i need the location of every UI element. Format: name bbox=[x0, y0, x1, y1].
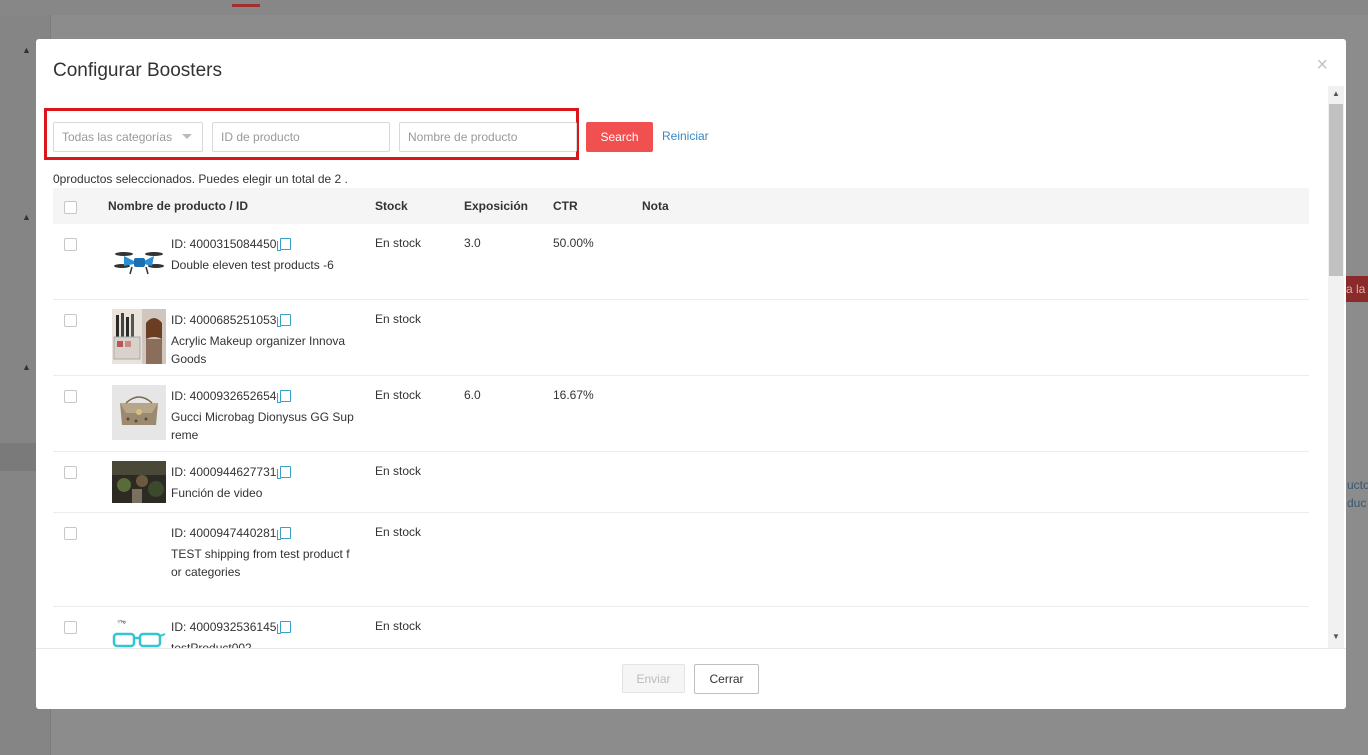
makeup-organizer-image bbox=[112, 309, 166, 364]
stock-cell: En stock bbox=[375, 388, 422, 402]
product-id: ID: 4000932652654 bbox=[171, 389, 277, 403]
ctr-cell: 16.67% bbox=[553, 388, 594, 402]
product-id-cell: ID: 4000944627731 bbox=[171, 465, 292, 479]
category-select-value: Todas las categorías bbox=[62, 130, 173, 144]
row-checkbox[interactable] bbox=[64, 527, 77, 540]
row-checkbox[interactable] bbox=[64, 390, 77, 403]
exposure-cell: 3.0 bbox=[464, 236, 481, 250]
footer-divider bbox=[36, 648, 1346, 649]
copy-icon[interactable] bbox=[277, 621, 292, 634]
background-side-text: duc bbox=[1347, 496, 1367, 510]
product-thumbnail bbox=[112, 461, 166, 503]
header-exposure: Exposición bbox=[464, 199, 529, 213]
table-header: Nombre de producto / ID Stock Exposición… bbox=[53, 188, 1309, 224]
category-select[interactable]: Todas las categorías bbox=[53, 122, 203, 152]
caret-down-icon bbox=[182, 134, 192, 139]
background-topbar bbox=[0, 0, 1368, 15]
search-button[interactable]: Search bbox=[586, 122, 653, 152]
row-checkbox[interactable] bbox=[64, 621, 77, 634]
product-name: Double eleven test products -6 bbox=[171, 258, 334, 272]
background-caret-icon: ▲ bbox=[22, 45, 31, 55]
close-button[interactable]: Cerrar bbox=[694, 664, 759, 694]
header-note: Nota bbox=[642, 199, 669, 213]
product-name: testProduct002 bbox=[171, 641, 252, 648]
select-all-checkbox[interactable] bbox=[64, 201, 77, 214]
row-checkbox[interactable] bbox=[64, 314, 77, 327]
row-checkbox[interactable] bbox=[64, 238, 77, 251]
table-row: ID: 4000944627731 Función de video En st… bbox=[53, 452, 1309, 513]
header-name-id: Nombre de producto / ID bbox=[108, 199, 249, 213]
product-thumbnail bbox=[112, 385, 166, 440]
close-icon[interactable]: × bbox=[1316, 55, 1328, 75]
scrollbar-thumb[interactable] bbox=[1329, 104, 1343, 276]
product-thumbnail: ᠅ᠣ bbox=[112, 616, 166, 648]
drone-image bbox=[112, 236, 166, 291]
table-row: ID: 4000932652654 Gucci Microbag Dionysu… bbox=[53, 376, 1309, 452]
glasses-image: ᠅ᠣ bbox=[112, 616, 166, 648]
svg-text:᠅ᠣ: ᠅ᠣ bbox=[116, 619, 126, 626]
product-name-input[interactable] bbox=[399, 122, 577, 152]
product-id: ID: 4000315084450 bbox=[171, 237, 277, 251]
submit-button[interactable]: Enviar bbox=[622, 664, 685, 693]
row-checkbox[interactable] bbox=[64, 466, 77, 479]
product-id-input[interactable] bbox=[212, 122, 390, 152]
background-caret-icon: ▲ bbox=[22, 212, 31, 222]
product-id-cell: ID: 4000932536145 bbox=[171, 620, 292, 634]
copy-icon[interactable] bbox=[277, 527, 292, 540]
stock-cell: En stock bbox=[375, 312, 422, 326]
background-active-tab-indicator bbox=[232, 4, 260, 7]
product-thumbnail bbox=[112, 309, 166, 364]
stock-cell: En stock bbox=[375, 525, 422, 539]
scroll-up-arrow-icon[interactable]: ▲ bbox=[1328, 88, 1344, 100]
product-name: Función de video bbox=[171, 486, 263, 500]
product-id: ID: 4000685251053 bbox=[171, 313, 277, 327]
bag-image bbox=[112, 385, 166, 440]
copy-icon[interactable] bbox=[277, 314, 292, 327]
product-id-cell: ID: 4000947440281 bbox=[171, 526, 292, 540]
background-caret-icon: ▲ bbox=[22, 362, 31, 372]
product-name: Acrylic Makeup organizer Innova Goods bbox=[171, 334, 346, 366]
background-action-button: a la p bbox=[1346, 276, 1368, 302]
table-row: ᠅ᠣ ID: 4000932536145 testProduct002 En s… bbox=[53, 607, 1309, 648]
stock-cell: En stock bbox=[375, 619, 422, 633]
video-frame-image bbox=[112, 461, 166, 503]
product-id: ID: 4000932536145 bbox=[171, 620, 277, 634]
stock-cell: En stock bbox=[375, 464, 422, 478]
copy-icon[interactable] bbox=[277, 466, 292, 479]
product-id-cell: ID: 4000932652654 bbox=[171, 389, 292, 403]
modal-title: Configurar Boosters bbox=[53, 60, 222, 81]
table-row: ID: 4000315084450 Double eleven test pro… bbox=[53, 224, 1309, 300]
table-row: ID: 4000947440281 TEST shipping from tes… bbox=[53, 513, 1309, 607]
exposure-cell: 6.0 bbox=[464, 388, 481, 402]
header-ctr: CTR bbox=[553, 199, 578, 213]
selection-info: 0productos seleccionados. Puedes elegir … bbox=[53, 172, 348, 186]
background-side-text: ucto bbox=[1347, 478, 1368, 492]
reset-link[interactable]: Reiniciar bbox=[662, 129, 709, 143]
stock-cell: En stock bbox=[375, 236, 422, 250]
ctr-cell: 50.00% bbox=[553, 236, 594, 250]
configure-boosters-modal: Configurar Boosters × Todas las categorí… bbox=[36, 39, 1346, 709]
product-id: ID: 4000947440281 bbox=[171, 526, 277, 540]
product-id: ID: 4000944627731 bbox=[171, 465, 277, 479]
header-stock: Stock bbox=[375, 199, 408, 213]
copy-icon[interactable] bbox=[277, 390, 292, 403]
product-name: TEST shipping from test product f or cat… bbox=[171, 547, 350, 579]
scroll-down-arrow-icon[interactable]: ▼ bbox=[1328, 631, 1344, 643]
product-thumbnail bbox=[112, 236, 166, 291]
table-row: ID: 4000685251053 Acrylic Makeup organiz… bbox=[53, 300, 1309, 376]
product-id-cell: ID: 4000315084450 bbox=[171, 237, 292, 251]
product-table: Nombre de producto / ID Stock Exposición… bbox=[53, 188, 1309, 648]
product-id-cell: ID: 4000685251053 bbox=[171, 313, 292, 327]
copy-icon[interactable] bbox=[277, 238, 292, 251]
product-name: Gucci Microbag Dionysus GG Sup reme bbox=[171, 410, 354, 442]
